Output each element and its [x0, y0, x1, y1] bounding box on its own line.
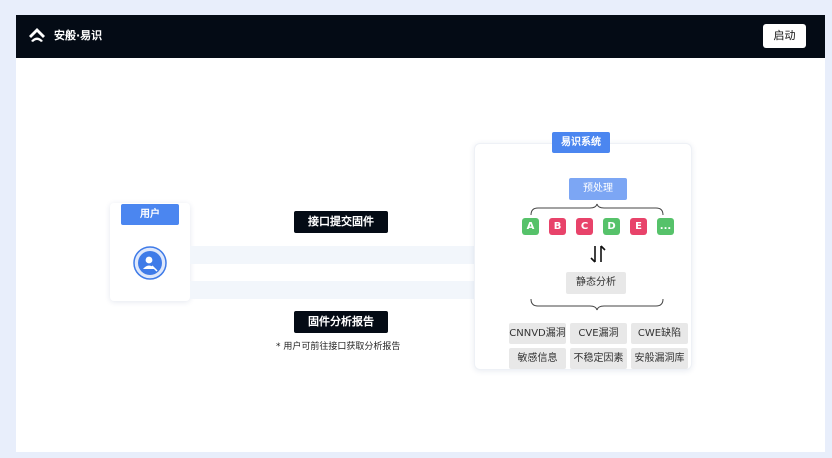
user-tag: 用户	[121, 204, 179, 225]
brand-logo-icon	[29, 28, 45, 42]
result-sensitive-info: 敏感信息	[509, 348, 566, 369]
bottom-brace	[530, 298, 664, 311]
chip-d: D	[603, 218, 620, 235]
chip-b: B	[549, 218, 566, 235]
submit-firmware-label: 接口提交固件	[294, 211, 388, 233]
submit-channel	[190, 246, 475, 264]
result-cnnvd: CNNVD漏洞	[509, 323, 566, 344]
chip-e: E	[630, 218, 647, 235]
top-bar: 安般·易识 启动	[16, 15, 825, 58]
report-note: * 用户可前往接口获取分析报告	[276, 342, 401, 352]
brand-name: 安般·易识	[54, 29, 103, 42]
result-cve: CVE漏洞	[570, 323, 627, 344]
system-title: 易识系统	[552, 132, 610, 153]
result-unstable-factors: 不稳定因素	[570, 348, 627, 369]
start-button[interactable]: 启动	[763, 24, 806, 48]
report-channel	[190, 281, 475, 299]
bidirectional-arrow-icon	[590, 245, 606, 263]
chip-a: A	[522, 218, 539, 235]
top-brace	[530, 203, 664, 216]
static-analysis-step: 静态分析	[566, 272, 626, 294]
firmware-report-label: 固件分析报告	[294, 311, 388, 333]
user-avatar-icon	[133, 246, 167, 280]
user-card: 用户	[110, 203, 190, 301]
result-cwe: CWE缺陷	[631, 323, 688, 344]
chip-c: C	[576, 218, 593, 235]
result-anban-vuln-db: 安般漏洞库	[631, 348, 688, 369]
chip-more: ...	[657, 218, 674, 235]
preprocess-step: 预处理	[569, 178, 627, 200]
